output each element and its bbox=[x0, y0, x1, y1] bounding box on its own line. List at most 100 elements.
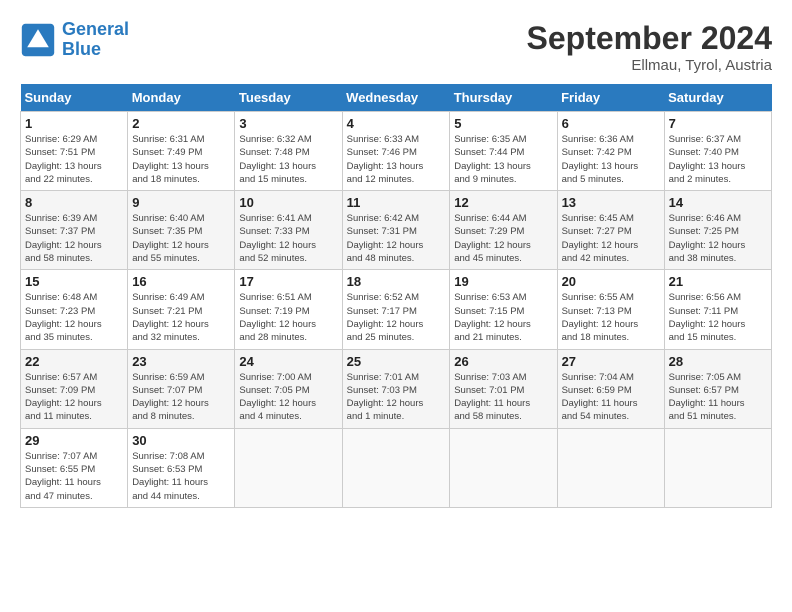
day-detail: Sunrise: 6:39 AM Sunset: 7:37 PM Dayligh… bbox=[25, 212, 123, 265]
week-row-1: 1 Sunrise: 6:29 AM Sunset: 7:51 PM Daylig… bbox=[21, 112, 772, 191]
logo-text: General Blue bbox=[62, 20, 129, 60]
table-cell bbox=[557, 428, 664, 507]
day-number: 20 bbox=[562, 274, 660, 289]
day-number: 15 bbox=[25, 274, 123, 289]
table-cell: 13 Sunrise: 6:45 AM Sunset: 7:27 PM Dayli… bbox=[557, 191, 664, 270]
day-detail: Sunrise: 6:36 AM Sunset: 7:42 PM Dayligh… bbox=[562, 133, 660, 186]
day-detail: Sunrise: 7:08 AM Sunset: 6:53 PM Dayligh… bbox=[132, 450, 230, 503]
day-detail: Sunrise: 6:40 AM Sunset: 7:35 PM Dayligh… bbox=[132, 212, 230, 265]
day-number: 30 bbox=[132, 433, 230, 448]
day-detail: Sunrise: 6:44 AM Sunset: 7:29 PM Dayligh… bbox=[454, 212, 552, 265]
table-cell: 30 Sunrise: 7:08 AM Sunset: 6:53 PM Dayli… bbox=[128, 428, 235, 507]
table-cell: 22 Sunrise: 6:57 AM Sunset: 7:09 PM Dayli… bbox=[21, 349, 128, 428]
day-detail: Sunrise: 6:31 AM Sunset: 7:49 PM Dayligh… bbox=[132, 133, 230, 186]
table-cell: 29Sunrise: 7:07 AM Sunset: 6:55 PM Dayli… bbox=[21, 428, 128, 507]
week-row-2: 8 Sunrise: 6:39 AM Sunset: 7:37 PM Daylig… bbox=[21, 191, 772, 270]
day-detail: Sunrise: 6:37 AM Sunset: 7:40 PM Dayligh… bbox=[669, 133, 767, 186]
day-detail: Sunrise: 6:42 AM Sunset: 7:31 PM Dayligh… bbox=[347, 212, 446, 265]
table-cell: 15 Sunrise: 6:48 AM Sunset: 7:23 PM Dayli… bbox=[21, 270, 128, 349]
day-detail: Sunrise: 6:57 AM Sunset: 7:09 PM Dayligh… bbox=[25, 371, 123, 424]
col-wednesday: Wednesday bbox=[342, 84, 450, 112]
day-number: 11 bbox=[347, 195, 446, 210]
table-cell: 5 Sunrise: 6:35 AM Sunset: 7:44 PM Daylig… bbox=[450, 112, 557, 191]
day-number: 18 bbox=[347, 274, 446, 289]
table-cell bbox=[664, 428, 771, 507]
col-monday: Monday bbox=[128, 84, 235, 112]
day-detail: Sunrise: 6:56 AM Sunset: 7:11 PM Dayligh… bbox=[669, 291, 767, 344]
day-detail: Sunrise: 7:07 AM Sunset: 6:55 PM Dayligh… bbox=[25, 450, 123, 503]
day-detail: Sunrise: 6:46 AM Sunset: 7:25 PM Dayligh… bbox=[669, 212, 767, 265]
location-title: Ellmau, Tyrol, Austria bbox=[527, 57, 772, 74]
table-cell: 24Sunrise: 7:00 AM Sunset: 7:05 PM Dayli… bbox=[235, 349, 342, 428]
day-detail: Sunrise: 7:03 AM Sunset: 7:01 PM Dayligh… bbox=[454, 371, 552, 424]
day-detail: Sunrise: 6:32 AM Sunset: 7:48 PM Dayligh… bbox=[239, 133, 337, 186]
table-cell: 25Sunrise: 7:01 AM Sunset: 7:03 PM Dayli… bbox=[342, 349, 450, 428]
table-cell: 6 Sunrise: 6:36 AM Sunset: 7:42 PM Daylig… bbox=[557, 112, 664, 191]
table-cell: 19 Sunrise: 6:53 AM Sunset: 7:15 PM Dayli… bbox=[450, 270, 557, 349]
day-number: 24 bbox=[239, 354, 337, 369]
day-number: 27 bbox=[562, 354, 660, 369]
day-detail: Sunrise: 6:59 AM Sunset: 7:07 PM Dayligh… bbox=[132, 371, 230, 424]
table-cell: 11 Sunrise: 6:42 AM Sunset: 7:31 PM Dayli… bbox=[342, 191, 450, 270]
col-friday: Friday bbox=[557, 84, 664, 112]
table-cell: 21 Sunrise: 6:56 AM Sunset: 7:11 PM Dayli… bbox=[664, 270, 771, 349]
table-cell: 26 Sunrise: 7:03 AM Sunset: 7:01 PM Dayli… bbox=[450, 349, 557, 428]
day-detail: Sunrise: 6:48 AM Sunset: 7:23 PM Dayligh… bbox=[25, 291, 123, 344]
logo-icon bbox=[20, 22, 56, 58]
col-saturday: Saturday bbox=[664, 84, 771, 112]
table-cell bbox=[342, 428, 450, 507]
day-detail: Sunrise: 6:53 AM Sunset: 7:15 PM Dayligh… bbox=[454, 291, 552, 344]
table-cell: 2 Sunrise: 6:31 AM Sunset: 7:49 PM Daylig… bbox=[128, 112, 235, 191]
day-number: 23 bbox=[132, 354, 230, 369]
day-number: 7 bbox=[669, 116, 767, 131]
day-number: 1 bbox=[25, 116, 123, 131]
day-detail: Sunrise: 6:55 AM Sunset: 7:13 PM Dayligh… bbox=[562, 291, 660, 344]
day-number: 16 bbox=[132, 274, 230, 289]
day-number: 3 bbox=[239, 116, 337, 131]
logo: General Blue bbox=[20, 20, 129, 60]
day-number: 28 bbox=[669, 354, 767, 369]
day-number: 22 bbox=[25, 354, 123, 369]
day-number: 6 bbox=[562, 116, 660, 131]
header-row: Sunday Monday Tuesday Wednesday Thursday… bbox=[21, 84, 772, 112]
day-detail: Sunrise: 6:45 AM Sunset: 7:27 PM Dayligh… bbox=[562, 212, 660, 265]
day-detail: Sunrise: 6:52 AM Sunset: 7:17 PM Dayligh… bbox=[347, 291, 446, 344]
day-detail: Sunrise: 7:05 AM Sunset: 6:57 PM Dayligh… bbox=[669, 371, 767, 424]
day-number: 4 bbox=[347, 116, 446, 131]
day-detail: Sunrise: 6:35 AM Sunset: 7:44 PM Dayligh… bbox=[454, 133, 552, 186]
day-number: 12 bbox=[454, 195, 552, 210]
day-number: 2 bbox=[132, 116, 230, 131]
table-cell: 14 Sunrise: 6:46 AM Sunset: 7:25 PM Dayli… bbox=[664, 191, 771, 270]
day-detail: Sunrise: 6:41 AM Sunset: 7:33 PM Dayligh… bbox=[239, 212, 337, 265]
week-row-4: 22 Sunrise: 6:57 AM Sunset: 7:09 PM Dayli… bbox=[21, 349, 772, 428]
table-cell: 17Sunrise: 6:51 AM Sunset: 7:19 PM Dayli… bbox=[235, 270, 342, 349]
day-number: 8 bbox=[25, 195, 123, 210]
logo-line1: General bbox=[62, 19, 129, 39]
table-cell bbox=[450, 428, 557, 507]
col-thursday: Thursday bbox=[450, 84, 557, 112]
week-row-5: 29Sunrise: 7:07 AM Sunset: 6:55 PM Dayli… bbox=[21, 428, 772, 507]
calendar-table: Sunday Monday Tuesday Wednesday Thursday… bbox=[20, 84, 772, 508]
day-number: 21 bbox=[669, 274, 767, 289]
day-number: 13 bbox=[562, 195, 660, 210]
day-detail: Sunrise: 6:29 AM Sunset: 7:51 PM Dayligh… bbox=[25, 133, 123, 186]
day-detail: Sunrise: 7:01 AM Sunset: 7:03 PM Dayligh… bbox=[347, 371, 446, 424]
table-cell: 7 Sunrise: 6:37 AM Sunset: 7:40 PM Daylig… bbox=[664, 112, 771, 191]
week-row-3: 15 Sunrise: 6:48 AM Sunset: 7:23 PM Dayli… bbox=[21, 270, 772, 349]
day-detail: Sunrise: 6:33 AM Sunset: 7:46 PM Dayligh… bbox=[347, 133, 446, 186]
table-cell: 23 Sunrise: 6:59 AM Sunset: 7:07 PM Dayli… bbox=[128, 349, 235, 428]
day-detail: Sunrise: 7:04 AM Sunset: 6:59 PM Dayligh… bbox=[562, 371, 660, 424]
day-number: 9 bbox=[132, 195, 230, 210]
table-cell: 9 Sunrise: 6:40 AM Sunset: 7:35 PM Daylig… bbox=[128, 191, 235, 270]
title-area: September 2024 Ellmau, Tyrol, Austria bbox=[527, 20, 772, 74]
day-detail: Sunrise: 6:49 AM Sunset: 7:21 PM Dayligh… bbox=[132, 291, 230, 344]
table-cell: 12 Sunrise: 6:44 AM Sunset: 7:29 PM Dayli… bbox=[450, 191, 557, 270]
day-number: 5 bbox=[454, 116, 552, 131]
table-cell bbox=[235, 428, 342, 507]
day-number: 19 bbox=[454, 274, 552, 289]
table-cell: 27 Sunrise: 7:04 AM Sunset: 6:59 PM Dayli… bbox=[557, 349, 664, 428]
day-number: 14 bbox=[669, 195, 767, 210]
day-number: 26 bbox=[454, 354, 552, 369]
table-cell: 16 Sunrise: 6:49 AM Sunset: 7:21 PM Dayli… bbox=[128, 270, 235, 349]
table-cell: 1 Sunrise: 6:29 AM Sunset: 7:51 PM Daylig… bbox=[21, 112, 128, 191]
